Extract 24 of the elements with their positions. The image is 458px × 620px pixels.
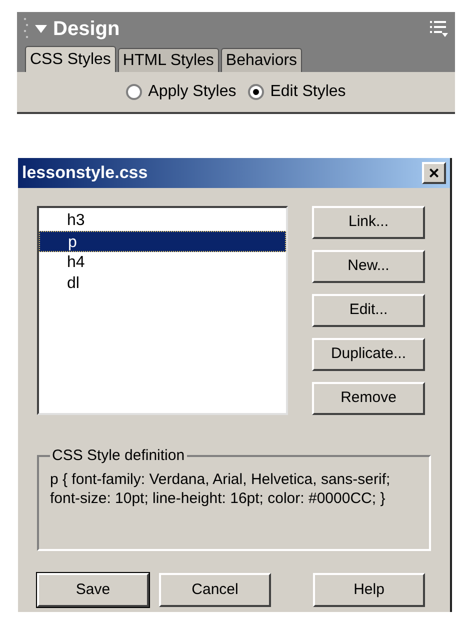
style-mode-radio[interactable]: Apply Styles <box>126 80 236 104</box>
style-definition-text: p { font-family: Verdana, Arial, Helvetica, sans-serif; font-size: 10pt; line-height: 16pt; color: #0000CC; } <box>50 470 392 508</box>
panel-tab[interactable]: Behaviors <box>220 48 302 72</box>
panel-title: Design <box>53 17 120 42</box>
style-list-item[interactable]: h4 <box>39 252 286 273</box>
dialog-button[interactable]: Link... <box>312 206 425 239</box>
options-menu-icon[interactable] <box>429 20 449 38</box>
dialog-button[interactable]: Remove <box>312 382 425 415</box>
close-button[interactable]: × <box>422 162 446 184</box>
panel-tab[interactable]: HTML Styles <box>118 48 219 72</box>
group-legend: CSS Style definition <box>50 445 187 468</box>
dialog-title: lessonstyle.css <box>22 162 148 184</box>
panel-tab[interactable]: CSS Styles <box>25 46 116 72</box>
dialog-button[interactable]: New... <box>312 250 425 283</box>
style-list-item[interactable]: p <box>39 231 286 252</box>
dialog-button[interactable]: Duplicate... <box>312 338 425 371</box>
style-mode-radio[interactable]: Edit Styles <box>248 80 346 104</box>
dialog-button[interactable]: Help <box>313 573 425 607</box>
dialog-button[interactable]: Edit... <box>312 294 425 327</box>
dialog-button[interactable]: Cancel <box>159 573 271 607</box>
dialog-button[interactable]: Save <box>37 573 149 607</box>
style-list-item[interactable]: dl <box>39 273 286 294</box>
collapse-triangle-icon[interactable] <box>35 25 47 33</box>
style-list-item[interactable]: h3 <box>39 210 286 231</box>
